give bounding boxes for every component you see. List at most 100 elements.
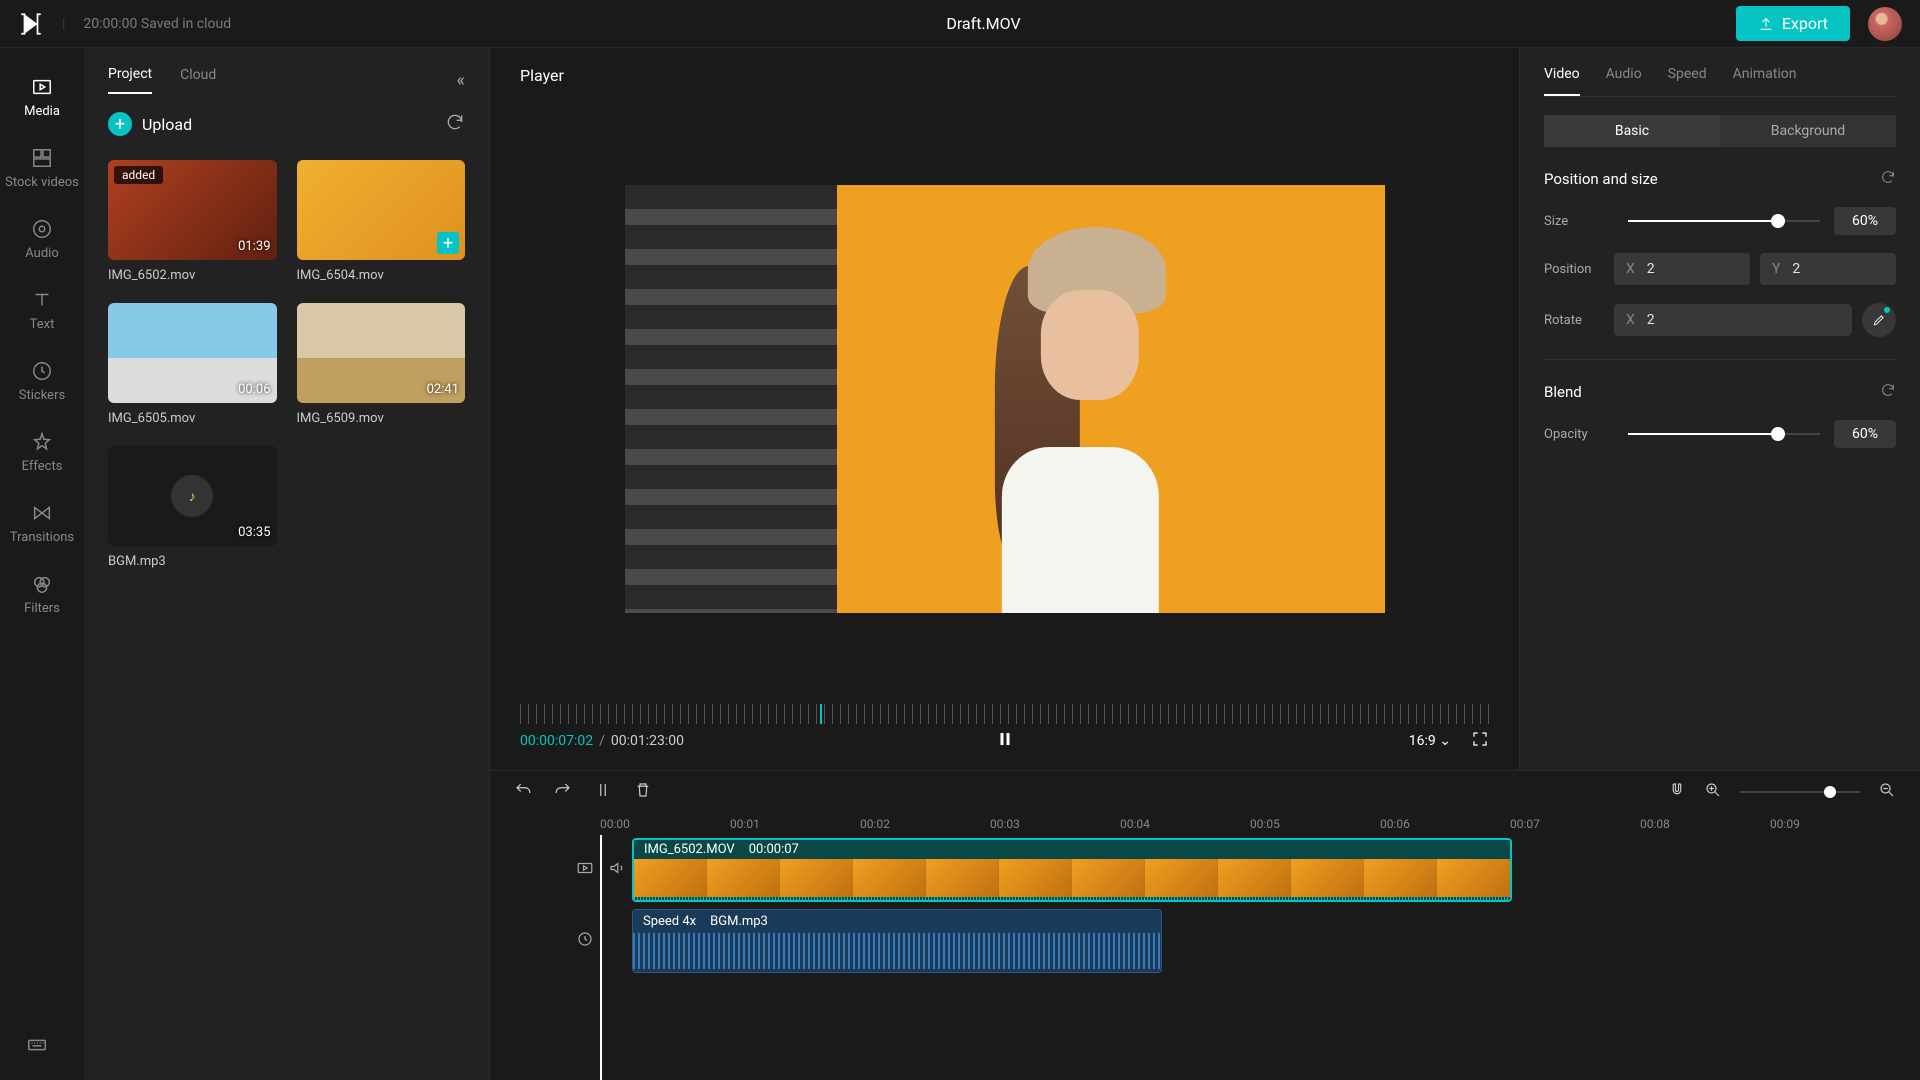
save-status: 20:00:00 Saved in cloud bbox=[83, 16, 231, 32]
player-time-ruler[interactable] bbox=[520, 704, 1489, 724]
pause-button[interactable] bbox=[996, 730, 1014, 752]
media-item[interactable]: 00:06 IMG_6505.mov bbox=[108, 303, 277, 426]
redo-button[interactable] bbox=[554, 781, 572, 803]
total-time: 00:01:23:00 bbox=[611, 733, 684, 749]
position-x-input[interactable]: X2 bbox=[1614, 253, 1750, 285]
nav-stock-videos[interactable]: Stock videos bbox=[0, 133, 84, 204]
tab-speed[interactable]: Speed bbox=[1668, 66, 1707, 96]
nav-text[interactable]: Text bbox=[0, 275, 84, 346]
tab-animation[interactable]: Animation bbox=[1733, 66, 1797, 96]
app-logo bbox=[18, 11, 44, 37]
media-item[interactable]: + IMG_6504.mov bbox=[297, 160, 466, 283]
position-size-title: Position and size bbox=[1544, 170, 1658, 188]
chevron-down-icon: ⌄ bbox=[1439, 733, 1451, 749]
zoom-slider[interactable] bbox=[1740, 791, 1860, 793]
rotate-input[interactable]: X2 bbox=[1614, 304, 1852, 336]
timeline: 00:00 00:01 00:02 00:03 00:04 00:05 00:0… bbox=[490, 770, 1920, 1080]
zoom-out-button[interactable] bbox=[1878, 781, 1896, 803]
player-controls: 00:00:07:02 / 00:01:23:00 16:9 ⌄ bbox=[520, 730, 1489, 752]
export-label: Export bbox=[1782, 14, 1828, 33]
tab-cloud[interactable]: Cloud bbox=[180, 67, 216, 93]
split-icon bbox=[594, 781, 612, 799]
nav-audio[interactable]: Audio bbox=[0, 204, 84, 275]
split-button[interactable] bbox=[594, 781, 612, 803]
media-icon bbox=[31, 76, 53, 98]
playhead[interactable] bbox=[600, 835, 602, 1080]
transitions-icon bbox=[31, 502, 53, 524]
undo-button[interactable] bbox=[514, 781, 532, 803]
blend-title: Blend bbox=[1544, 383, 1582, 401]
timeline-ruler[interactable]: 00:00 00:01 00:02 00:03 00:04 00:05 00:0… bbox=[490, 813, 1920, 835]
nav-transitions[interactable]: Transitions bbox=[0, 488, 84, 559]
project-panel: Project Cloud « + Upload added01:39 IMG_… bbox=[84, 48, 490, 1080]
opacity-value[interactable]: 60% bbox=[1834, 420, 1896, 448]
add-media-button[interactable]: + bbox=[437, 232, 459, 254]
player-section: Player 00:00:07:02 / 00:01:23:00 16:9 ⌄ bbox=[490, 48, 1520, 770]
export-button[interactable]: Export bbox=[1736, 6, 1850, 41]
opacity-slider[interactable] bbox=[1628, 433, 1820, 435]
rotate-dial[interactable] bbox=[1862, 303, 1896, 337]
player-title: Player bbox=[520, 66, 1489, 85]
top-bar: | 20:00:00 Saved in cloud Draft.MOV Expo… bbox=[0, 0, 1920, 48]
project-tabs: Project Cloud « bbox=[84, 48, 489, 94]
user-avatar[interactable] bbox=[1868, 7, 1902, 41]
seg-background[interactable]: Background bbox=[1720, 115, 1896, 147]
tab-video[interactable]: Video bbox=[1544, 66, 1580, 96]
fullscreen-button[interactable] bbox=[1471, 730, 1489, 752]
nav-media[interactable]: Media bbox=[0, 62, 84, 133]
video-viewport[interactable] bbox=[520, 99, 1489, 698]
audio-clip[interactable]: Speed 4xBGM.mp3 bbox=[632, 909, 1162, 973]
collapse-panel-button[interactable]: « bbox=[457, 70, 465, 91]
current-time: 00:00:07:02 bbox=[520, 733, 593, 749]
redo-icon bbox=[554, 781, 572, 799]
aspect-ratio-select[interactable]: 16:9 ⌄ bbox=[1409, 733, 1451, 749]
undo-icon bbox=[514, 781, 532, 799]
keyboard-shortcuts-button[interactable] bbox=[26, 1034, 48, 1060]
pencil-icon bbox=[1872, 313, 1886, 327]
zoom-in-button[interactable] bbox=[1704, 781, 1722, 803]
mute-track-button[interactable] bbox=[608, 859, 626, 881]
pause-icon bbox=[996, 730, 1014, 748]
audio-track-icon[interactable] bbox=[576, 930, 594, 952]
reset-position-button[interactable] bbox=[1880, 169, 1896, 189]
filters-icon bbox=[31, 573, 53, 595]
size-value[interactable]: 60% bbox=[1834, 207, 1896, 235]
media-grid: added01:39 IMG_6502.mov + IMG_6504.mov 0… bbox=[84, 154, 489, 575]
upload-button[interactable]: + Upload bbox=[108, 112, 192, 136]
fullscreen-icon bbox=[1471, 730, 1489, 748]
video-clip[interactable]: IMG_6502.MOV00:00:07 bbox=[632, 838, 1512, 902]
delete-button[interactable] bbox=[634, 781, 652, 803]
media-item[interactable]: 02:41 IMG_6509.mov bbox=[297, 303, 466, 426]
tab-project[interactable]: Project bbox=[108, 66, 152, 94]
seg-basic[interactable]: Basic bbox=[1544, 115, 1720, 147]
tab-audio[interactable]: Audio bbox=[1606, 66, 1642, 96]
stock-icon bbox=[31, 147, 53, 169]
size-slider[interactable] bbox=[1628, 220, 1820, 222]
position-y-input[interactable]: Y2 bbox=[1760, 253, 1896, 285]
magnet-icon bbox=[1668, 781, 1686, 799]
project-title: Draft.MOV bbox=[231, 14, 1736, 33]
upload-icon bbox=[1758, 16, 1774, 32]
stickers-icon bbox=[31, 360, 53, 382]
refresh-button[interactable] bbox=[445, 112, 465, 136]
media-item[interactable]: ♪03:35 BGM.mp3 bbox=[108, 446, 277, 569]
music-note-icon: ♪ bbox=[171, 475, 213, 517]
plus-icon: + bbox=[108, 112, 132, 136]
text-icon bbox=[31, 289, 53, 311]
reset-blend-button[interactable] bbox=[1880, 382, 1896, 402]
snap-button[interactable] bbox=[1668, 781, 1686, 803]
trash-icon bbox=[634, 781, 652, 799]
properties-panel: Video Audio Speed Animation Basic Backgr… bbox=[1520, 48, 1920, 770]
nav-effects[interactable]: Effects bbox=[0, 417, 84, 488]
side-nav: Media Stock videos Audio Text Stickers E… bbox=[0, 48, 84, 1080]
zoom-out-icon bbox=[1878, 781, 1896, 799]
audio-icon bbox=[31, 218, 53, 240]
video-track-icon[interactable] bbox=[576, 859, 594, 881]
added-badge: added bbox=[114, 166, 163, 184]
media-item[interactable]: added01:39 IMG_6502.mov bbox=[108, 160, 277, 283]
nav-stickers[interactable]: Stickers bbox=[0, 346, 84, 417]
zoom-in-icon bbox=[1704, 781, 1722, 799]
divider: | bbox=[62, 16, 65, 32]
effects-icon bbox=[31, 431, 53, 453]
nav-filters[interactable]: Filters bbox=[0, 559, 84, 630]
